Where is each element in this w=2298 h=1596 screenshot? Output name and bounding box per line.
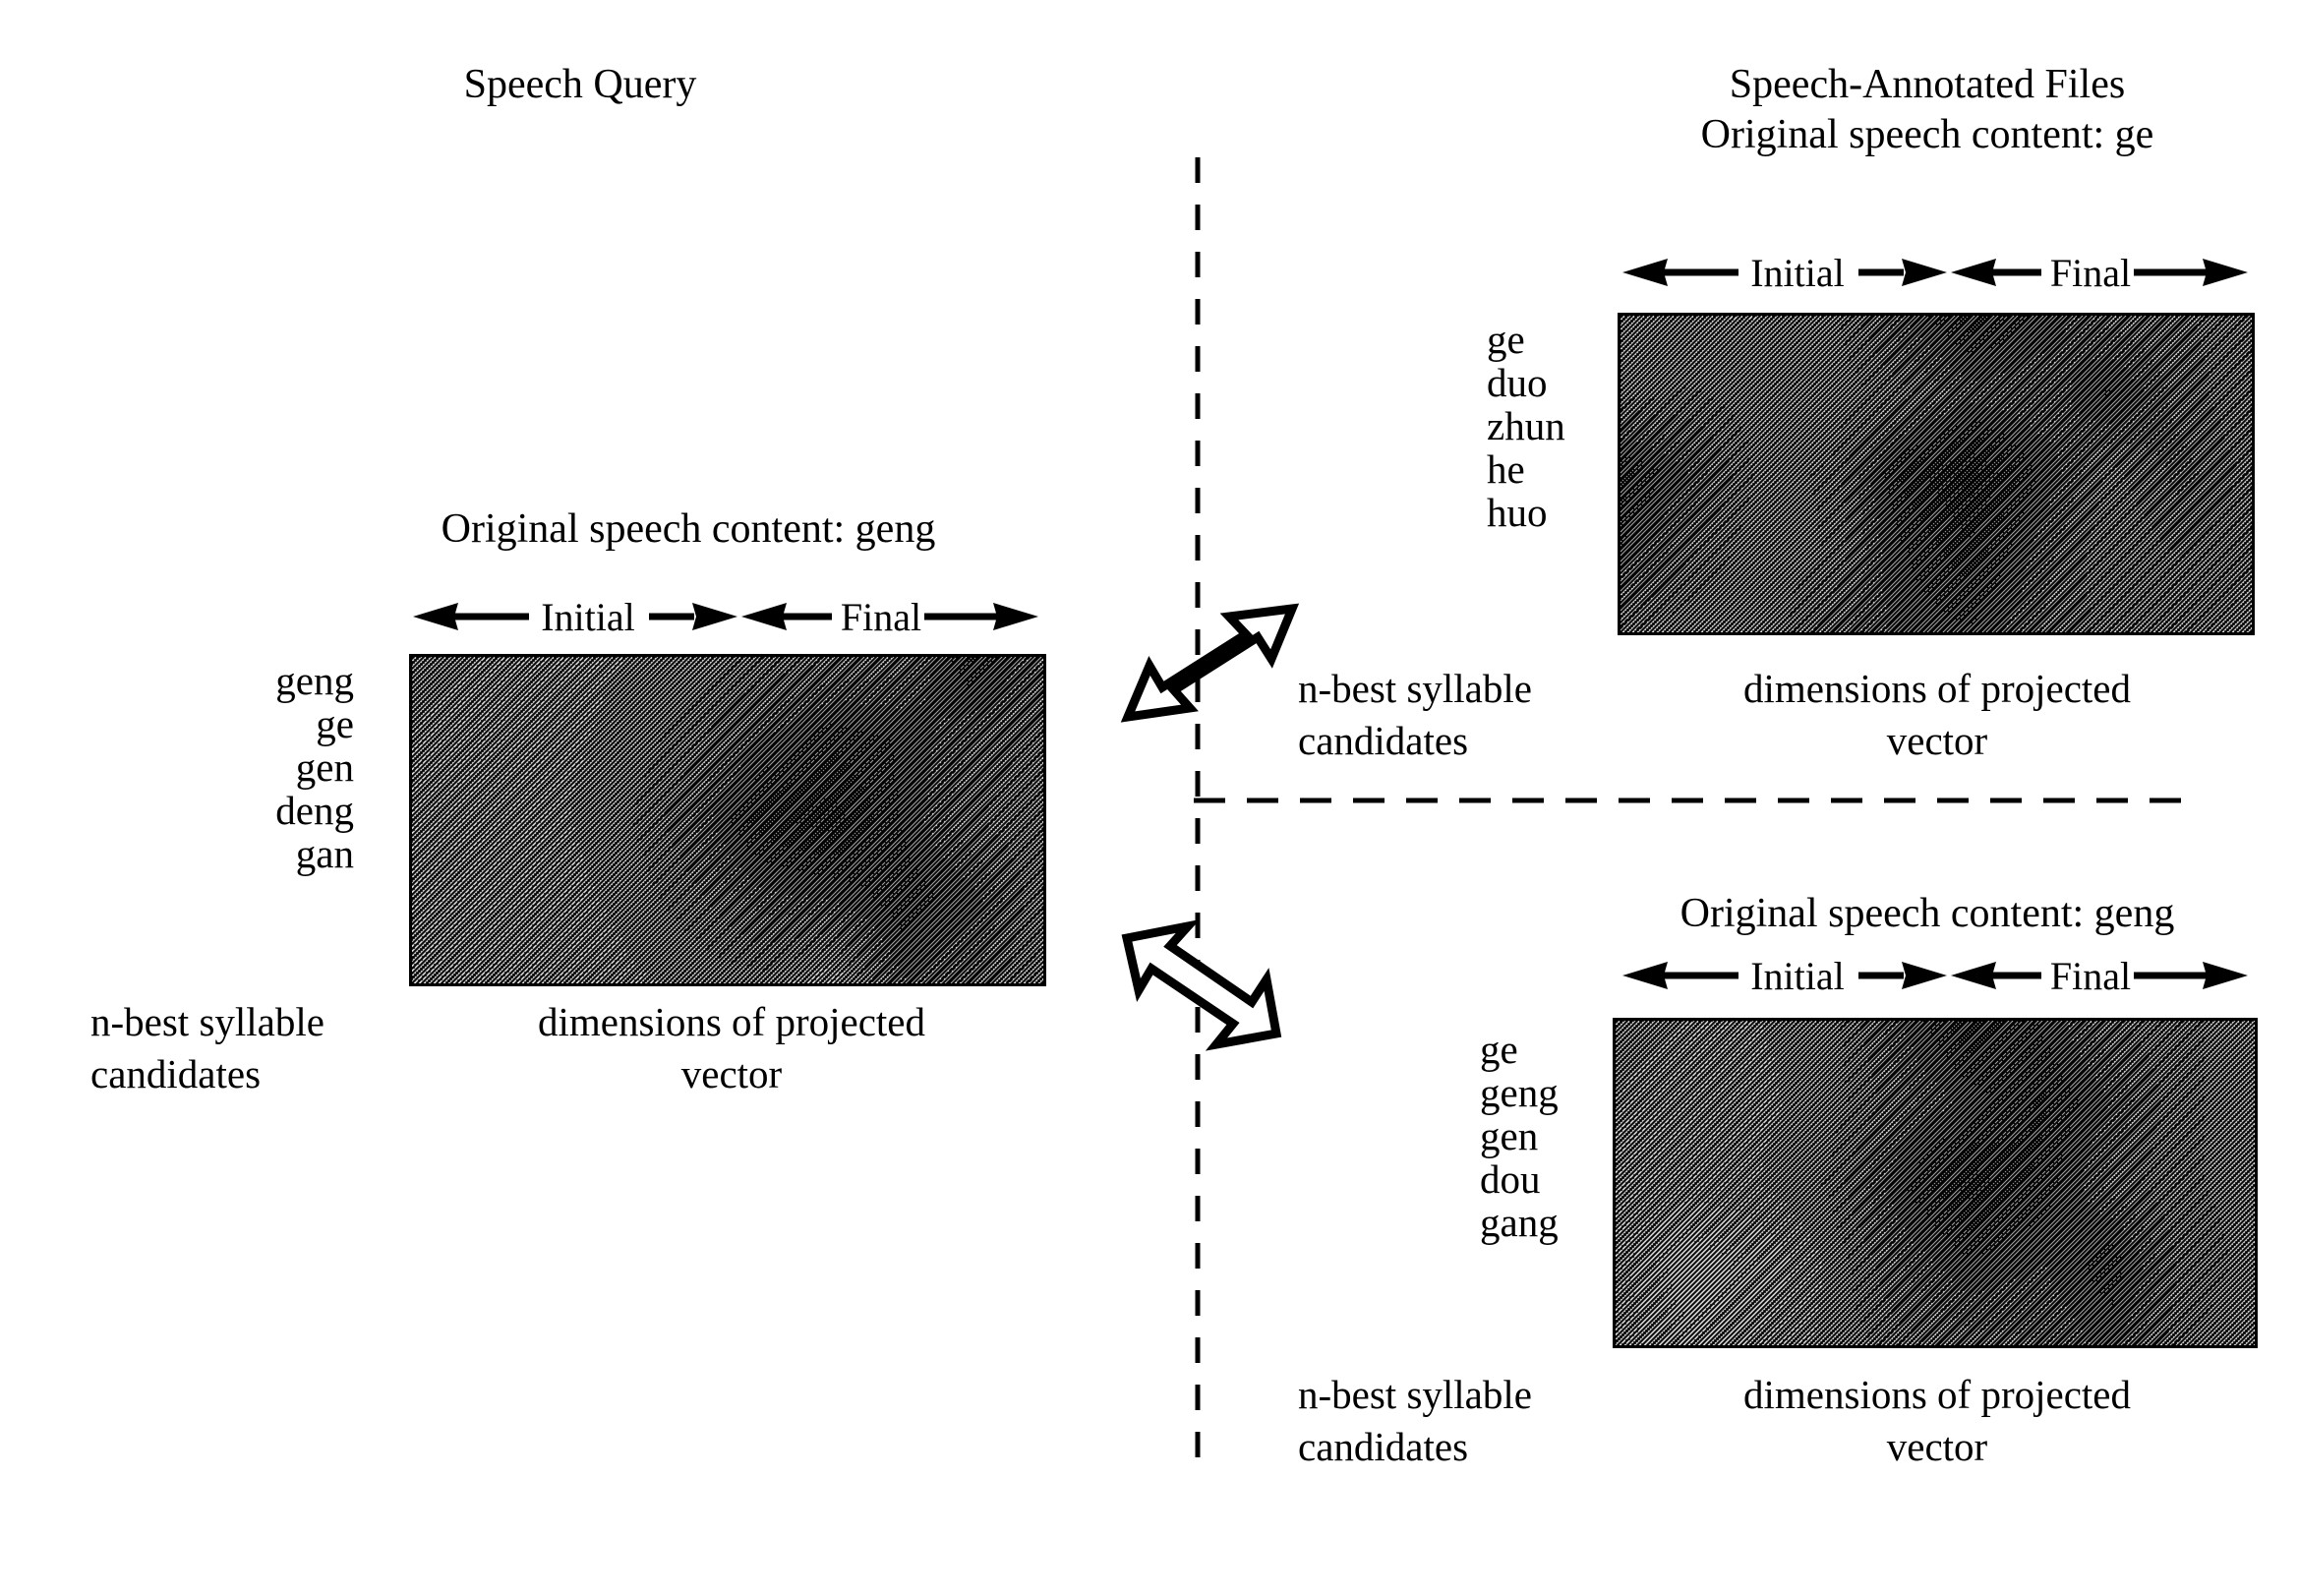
query-candidate-list: geng ge gen deng gan [167, 661, 354, 874]
query-axis-final-label: Final [841, 595, 921, 639]
query-dimensions-caption: dimensions of projected vector [417, 996, 1046, 1101]
match-arrow-query-to-top-file [1119, 595, 1301, 723]
query-dimensions-caption-line2: vector [680, 1051, 783, 1097]
query-panel-title: Original speech content: geng [441, 506, 936, 552]
file-bottom-candidate-2: gen [1480, 1113, 1539, 1158]
file-top-heatmap [1618, 313, 2255, 635]
file-bottom-candidate-4: gang [1480, 1200, 1559, 1245]
query-axis-initial-final: Initial Final [411, 588, 1040, 643]
file-top-axis-initial-final: Initial Final [1620, 244, 2250, 299]
file-top-candidate-list: ge duo zhun he huo [1487, 320, 1624, 533]
file-bottom-candidate-3: dou [1480, 1156, 1541, 1202]
file-bottom-candidates-caption-line1: n-best syllable [1298, 1372, 1532, 1417]
right-column-header: Speech-Annotated Files [1729, 62, 2126, 107]
query-candidate-3: deng [275, 788, 354, 833]
horizontal-dashed-divider [1190, 792, 2193, 809]
file-top-candidate-1: duo [1487, 360, 1548, 405]
file-bottom-axis-initial-label: Initial [1750, 954, 1845, 998]
file-top-panel-title: Original speech content: ge [1700, 112, 2154, 157]
file-top-candidates-caption-line1: n-best syllable [1298, 666, 1532, 711]
left-column-header: Speech Query [463, 62, 697, 107]
file-top-candidates-caption-line2: candidates [1298, 718, 1469, 764]
file-bottom-candidate-list: ge geng gen dou gang [1480, 1030, 1627, 1243]
file-bottom-dimensions-caption: dimensions of projected vector [1622, 1369, 2252, 1474]
file-top-axis-final-label: Final [2050, 251, 2131, 295]
file-top-candidate-2: zhun [1487, 403, 1565, 448]
file-bottom-dimensions-caption-line2: vector [1886, 1424, 1988, 1470]
file-top-candidates-caption: n-best syllable candidates [1298, 663, 1632, 768]
query-candidate-0: geng [275, 658, 354, 703]
file-top-dimensions-caption: dimensions of projected vector [1622, 663, 2252, 768]
file-top-candidate-0: ge [1487, 317, 1525, 362]
figure-canvas: Speech Query Speech-Annotated Files Orig… [0, 0, 2298, 1596]
query-candidate-4: gan [295, 831, 354, 876]
match-arrow-query-to-bottom-file [1111, 900, 1308, 1052]
file-top-dimensions-caption-line1: dimensions of projected [1743, 666, 2131, 711]
query-candidates-caption-line2: candidates [90, 1051, 262, 1097]
file-bottom-panel-title: Original speech content: geng [1679, 891, 2175, 936]
query-candidate-2: gen [295, 744, 354, 790]
query-heatmap [409, 654, 1046, 986]
file-bottom-dimensions-caption-line1: dimensions of projected [1743, 1372, 2131, 1417]
file-bottom-axis-final-label: Final [2050, 954, 2131, 998]
file-bottom-candidate-1: geng [1480, 1070, 1559, 1115]
file-bottom-candidates-caption-line2: candidates [1298, 1424, 1469, 1470]
file-bottom-candidate-0: ge [1480, 1027, 1518, 1072]
file-bottom-candidates-caption: n-best syllable candidates [1298, 1369, 1632, 1474]
query-candidates-caption-line1: n-best syllable [90, 999, 324, 1044]
query-candidate-1: ge [316, 701, 354, 746]
vertical-dashed-divider [1180, 157, 1215, 1465]
query-dimensions-caption-line1: dimensions of projected [538, 999, 925, 1044]
file-bottom-heatmap [1613, 1018, 2258, 1348]
query-axis-initial-label: Initial [541, 595, 635, 639]
query-candidates-caption: n-best syllable candidates [90, 996, 425, 1101]
file-top-candidate-3: he [1487, 446, 1525, 492]
file-top-candidate-4: huo [1487, 490, 1548, 535]
file-top-dimensions-caption-line2: vector [1886, 718, 1988, 764]
file-bottom-axis-initial-final: Initial Final [1620, 947, 2250, 1002]
file-top-axis-initial-label: Initial [1750, 251, 1845, 295]
